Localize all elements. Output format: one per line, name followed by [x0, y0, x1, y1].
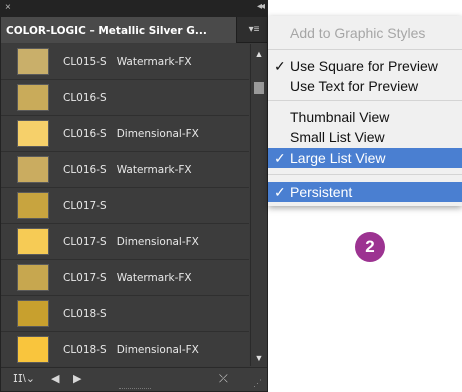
swatch-effect: Dimensional-FX	[116, 344, 199, 356]
swatch-code: CL017-S	[63, 272, 107, 284]
swatch-libraries-menu-icon[interactable]: 𝖨𝖨\⌄	[13, 372, 35, 386]
swatch-label: CL017-S	[63, 188, 117, 224]
panel-flyout-menu: Add to Graphic Styles ✓ Use Square for P…	[268, 16, 462, 206]
list-item[interactable]: CL016-S Dimensional-FX	[1, 116, 249, 152]
panel-tab-row: COLOR-LOGIC – Metallic Silver G... ▾≡	[1, 17, 267, 43]
list-item[interactable]: CL016-S Watermark-FX	[1, 152, 249, 188]
close-icon[interactable]: ×	[5, 2, 11, 14]
menu-item-label: Persistent	[290, 184, 353, 200]
panel-drag-handle[interactable]	[119, 388, 151, 391]
menu-item-small-list-view[interactable]: Small List View	[268, 127, 462, 147]
menu-item-use-square-for-preview[interactable]: ✓ Use Square for Preview	[268, 56, 462, 76]
collapse-icon[interactable]: ◂◂	[257, 1, 265, 13]
swatch-code: CL017-S	[63, 236, 107, 248]
menu-item-label: Small List View	[290, 129, 385, 145]
swatch-code: CL018-S	[63, 344, 107, 356]
panel-title-bar: × ◂◂	[1, 1, 267, 17]
list-item[interactable]: CL017-S	[1, 188, 249, 224]
scroll-up-arrow-icon[interactable]: ▲	[251, 48, 267, 60]
step-number-badge: 2	[355, 232, 385, 262]
delete-swatch-icon[interactable]: ⤫	[219, 372, 228, 386]
menu-item-label: Thumbnail View	[290, 109, 390, 125]
list-item[interactable]: CL018-S	[1, 296, 249, 332]
previous-library-icon[interactable]: ◀	[51, 372, 59, 386]
menu-item-thumbnail-view[interactable]: Thumbnail View	[268, 107, 462, 127]
checkmark-icon: ✓	[274, 150, 286, 166]
checkmark-icon: ✓	[274, 58, 286, 74]
swatch-code: CL016-S	[63, 92, 107, 104]
menu-item-add-to-graphic-styles: Add to Graphic Styles	[268, 23, 462, 43]
swatch-color	[17, 84, 49, 111]
menu-separator	[268, 174, 462, 175]
swatch-effect: Dimensional-FX	[116, 236, 199, 248]
menu-separator	[268, 49, 462, 50]
menu-item-label: Add to Graphic Styles	[290, 25, 426, 41]
vertical-scrollbar[interactable]: ▲ ▼	[250, 44, 267, 366]
swatch-code: CL016-S	[63, 128, 107, 140]
scroll-thumb[interactable]	[254, 82, 264, 94]
next-library-icon[interactable]: ▶	[73, 372, 81, 386]
swatch-list: CL015-S Watermark-FX CL016-S CL016-S Dimen…	[1, 44, 249, 366]
swatch-code: CL017-S	[63, 200, 107, 212]
scroll-down-arrow-icon[interactable]: ▼	[251, 352, 267, 364]
resize-grip-icon[interactable]: ⋰	[253, 376, 262, 390]
menu-item-use-text-for-preview[interactable]: Use Text for Preview	[268, 76, 462, 96]
menu-item-label: Large List View	[290, 150, 386, 166]
swatch-label: CL018-S Dimensional-FX	[63, 332, 199, 366]
list-item[interactable]: CL017-S Dimensional-FX	[1, 224, 249, 260]
swatch-color	[17, 300, 49, 327]
swatch-code: CL018-S	[63, 308, 107, 320]
swatch-color	[17, 48, 49, 75]
swatch-effect: Watermark-FX	[116, 56, 192, 68]
swatch-label: CL016-S Watermark-FX	[63, 152, 192, 188]
swatch-library-panel: × ◂◂ COLOR-LOGIC – Metallic Silver G... …	[0, 0, 268, 392]
menu-item-label: Use Square for Preview	[290, 58, 438, 74]
swatch-effect: Watermark-FX	[116, 272, 192, 284]
swatch-label: CL016-S Dimensional-FX	[63, 116, 199, 152]
swatch-label: CL017-S Dimensional-FX	[63, 224, 199, 260]
swatch-color	[17, 120, 49, 147]
swatch-effect: Dimensional-FX	[116, 128, 199, 140]
swatch-label: CL017-S Watermark-FX	[63, 260, 192, 296]
swatch-color	[17, 156, 49, 183]
list-item[interactable]: CL016-S	[1, 80, 249, 116]
swatch-effect: Watermark-FX	[116, 164, 192, 176]
swatch-color	[17, 228, 49, 255]
swatch-label: CL016-S	[63, 80, 117, 116]
menu-item-persistent[interactable]: ✓ Persistent	[268, 182, 462, 202]
list-item[interactable]: CL015-S Watermark-FX	[1, 44, 249, 80]
panel-menu-button[interactable]: ▾≡	[246, 24, 262, 36]
swatch-color	[17, 192, 49, 219]
swatch-label: CL015-S Watermark-FX	[63, 44, 192, 80]
list-item[interactable]: CL018-S Dimensional-FX	[1, 332, 249, 366]
menu-item-large-list-view[interactable]: ✓ Large List View	[268, 148, 462, 168]
list-item[interactable]: CL017-S Watermark-FX	[1, 260, 249, 296]
checkmark-icon: ✓	[274, 184, 286, 200]
swatch-label: CL018-S	[63, 296, 117, 332]
tab-title: COLOR-LOGIC – Metallic Silver G...	[6, 25, 207, 37]
tab-color-logic[interactable]: COLOR-LOGIC – Metallic Silver G...	[1, 17, 237, 43]
panel-bottom-bar: 𝖨𝖨\⌄ ◀ ▶ ⤫ ⋰	[1, 367, 267, 391]
swatch-code: CL016-S	[63, 164, 107, 176]
menu-item-label: Use Text for Preview	[290, 78, 419, 94]
swatch-code: CL015-S	[63, 56, 107, 68]
swatch-color	[17, 336, 49, 363]
swatch-color	[17, 264, 49, 291]
menu-separator	[268, 100, 462, 101]
